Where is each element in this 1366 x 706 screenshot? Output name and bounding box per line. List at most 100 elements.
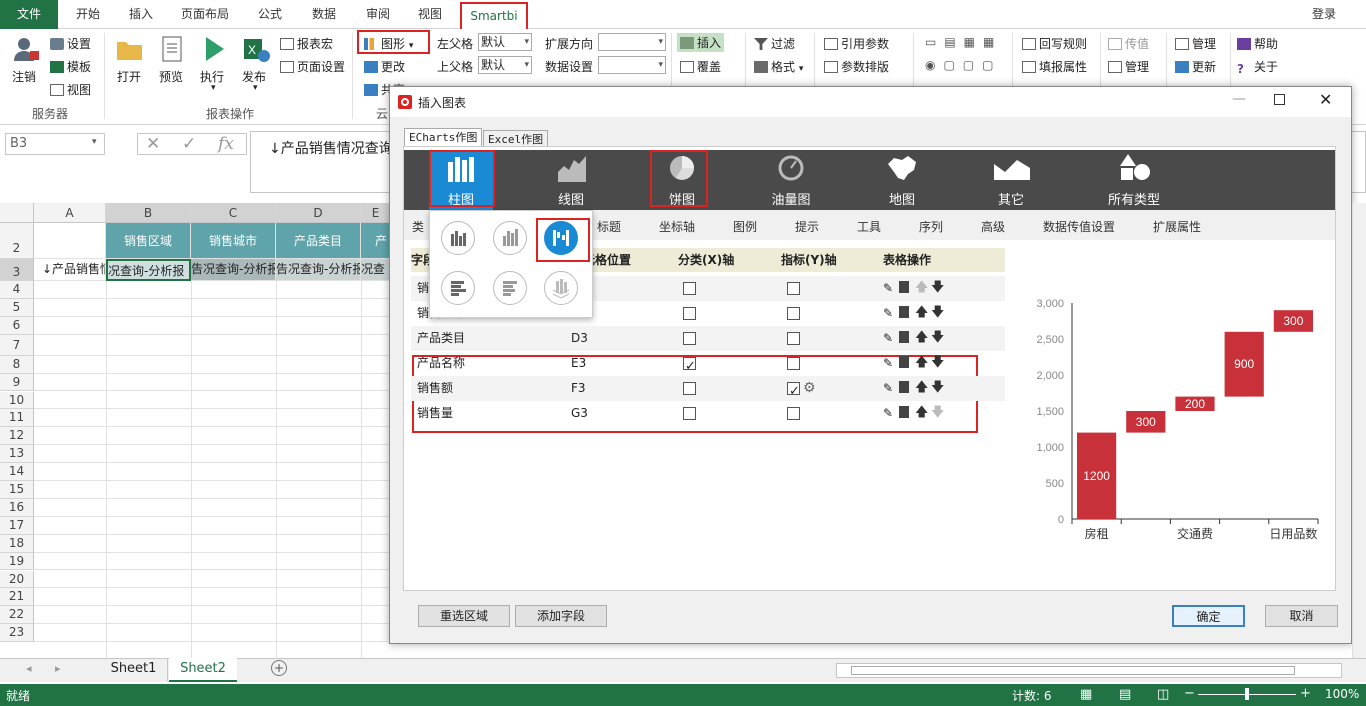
edit-icon[interactable]: ✎	[883, 351, 893, 376]
select-all-corner[interactable]	[0, 203, 34, 223]
open-button[interactable]: 打开	[117, 68, 141, 85]
settings-tab-extend[interactable]: 扩展属性	[1153, 218, 1201, 235]
tab-insert[interactable]: 插入	[118, 0, 164, 29]
cover-button[interactable]: 覆盖	[680, 58, 721, 75]
col-header-e[interactable]: E	[361, 203, 391, 223]
preview-button[interactable]: 预览	[159, 68, 183, 85]
col-header-d[interactable]: D	[276, 203, 361, 223]
tab-smartbi[interactable]: Smartbi	[460, 2, 528, 29]
top-parent-select[interactable]: 默认	[478, 56, 532, 74]
insert-button[interactable]: 插入	[677, 33, 725, 52]
left-parent-select[interactable]: 默认	[478, 33, 532, 51]
normal-view-icon[interactable]: ▦	[1080, 687, 1092, 702]
y-axis-checkbox[interactable]	[787, 407, 800, 420]
grid-row[interactable]	[34, 463, 389, 481]
logout-button[interactable]: 注销	[12, 68, 36, 85]
cell-e3[interactable]: 况查	[361, 259, 391, 281]
chart-type-line-chart[interactable]: 线图	[539, 150, 603, 210]
manage-pass-button[interactable]: 管理	[1108, 58, 1149, 75]
tab-page-layout[interactable]: 页面布局	[170, 0, 240, 29]
row-header[interactable]: 3	[0, 259, 34, 281]
y-axis-checkbox[interactable]	[787, 332, 800, 345]
row-header[interactable]: 12	[0, 427, 34, 446]
settings-tab-axis[interactable]: 坐标轴	[659, 218, 695, 235]
delete-icon[interactable]	[899, 331, 909, 343]
chart-type-other[interactable]: 其它	[979, 150, 1043, 210]
tab-echarts[interactable]: ECharts作图	[404, 128, 483, 147]
clustered-bar-option[interactable]	[441, 221, 475, 255]
row-header[interactable]: 17	[0, 516, 34, 535]
param-layout-button[interactable]: 参数排版	[824, 58, 889, 75]
filter-button[interactable]: 过滤	[754, 35, 795, 52]
tab-data[interactable]: 数据	[302, 0, 346, 29]
settings-tab-series[interactable]: 序列	[919, 218, 943, 235]
manage-button[interactable]: 管理	[1175, 35, 1216, 52]
page-break-icon[interactable]: ◫	[1157, 687, 1169, 702]
edit-icon[interactable]: ✎	[883, 401, 893, 426]
3d-bar-option[interactable]	[544, 271, 578, 305]
login-link[interactable]: 登录	[1304, 0, 1344, 29]
pass-value-button[interactable]: 传值	[1108, 35, 1149, 52]
cell-header-product[interactable]: 产	[361, 223, 391, 259]
update-button[interactable]: 更新	[1175, 58, 1216, 75]
cell-header-category[interactable]: 产品类目	[276, 223, 361, 259]
delete-icon[interactable]	[899, 306, 909, 318]
row-header[interactable]: 13	[0, 445, 34, 464]
move-up-icon[interactable]: 🡅	[915, 300, 928, 325]
row-header[interactable]: 8	[0, 355, 34, 374]
x-axis-checkbox[interactable]	[683, 282, 696, 295]
cell-a3[interactable]: ↓产品销售情	[34, 259, 106, 281]
add-field-button[interactable]: 添加字段	[515, 605, 607, 627]
y-axis-checkbox[interactable]	[787, 282, 800, 295]
cell-b3[interactable]: 况查询-分析报	[106, 259, 191, 281]
row-header[interactable]: 15	[0, 481, 34, 499]
chart-type-map[interactable]: 地图	[870, 150, 934, 210]
grid-row[interactable]	[34, 481, 389, 499]
row-header[interactable]: 4	[0, 281, 34, 299]
tab-review[interactable]: 审阅	[356, 0, 400, 29]
move-up-icon[interactable]: 🡅	[915, 375, 928, 400]
grid-row[interactable]	[34, 356, 389, 374]
x-axis-checkbox[interactable]	[683, 332, 696, 345]
grid-row[interactable]	[34, 571, 389, 589]
cell-header-region[interactable]: 销售区域	[106, 223, 191, 259]
horizontal-scrollbar[interactable]	[836, 663, 1342, 678]
view-button[interactable]: 视图	[50, 81, 91, 98]
cell-d3[interactable]: 告况查询-分析报	[276, 259, 361, 281]
zoom-out-icon[interactable]: −	[1184, 686, 1195, 701]
row-header[interactable]: 23	[0, 624, 34, 643]
move-down-icon[interactable]: 🡇	[931, 350, 944, 375]
grid-row[interactable]	[34, 624, 389, 643]
chart-button[interactable]: 图形 ▾	[364, 35, 413, 52]
move-up-icon[interactable]: 🡅	[915, 350, 928, 375]
grid-row[interactable]	[34, 392, 389, 410]
x-axis-checkbox[interactable]	[683, 382, 696, 395]
grid-row[interactable]	[34, 535, 389, 553]
zoom-slider-thumb[interactable]	[1245, 688, 1249, 700]
zoom-in-icon[interactable]: +	[1300, 686, 1311, 701]
y-axis-checkbox[interactable]	[787, 307, 800, 320]
gear-icon[interactable]: ⚙	[803, 376, 816, 401]
delete-icon[interactable]	[899, 406, 909, 418]
grid-row[interactable]	[34, 606, 389, 625]
cell-a2[interactable]	[34, 223, 106, 259]
writeback-rule-button[interactable]: 回写规则	[1022, 35, 1087, 52]
tab-formulas[interactable]: 公式	[248, 0, 292, 29]
grid-row[interactable]	[34, 517, 389, 535]
grid-row[interactable]	[34, 499, 389, 517]
grid-row[interactable]	[34, 553, 389, 571]
move-down-icon[interactable]: 🡇	[931, 300, 944, 325]
col-header-a[interactable]: A	[34, 203, 106, 223]
settings-tab-advanced[interactable]: 高级	[981, 218, 1005, 235]
small-tools-row2[interactable]: ◉▢▢▢	[925, 58, 1001, 72]
macro-button[interactable]: 报表宏	[280, 35, 333, 52]
check-icon[interactable]: ✓	[182, 134, 196, 154]
close-icon[interactable]: ✕	[1319, 90, 1332, 109]
grid-row[interactable]	[34, 335, 389, 356]
x-axis-checkbox[interactable]: ✓	[683, 357, 696, 374]
row-header[interactable]: 2	[0, 223, 34, 259]
row-header[interactable]: 20	[0, 570, 34, 589]
move-up-icon[interactable]: 🡅	[915, 400, 928, 425]
edit-icon[interactable]: ✎	[883, 301, 893, 326]
grid-row[interactable]	[34, 299, 389, 317]
